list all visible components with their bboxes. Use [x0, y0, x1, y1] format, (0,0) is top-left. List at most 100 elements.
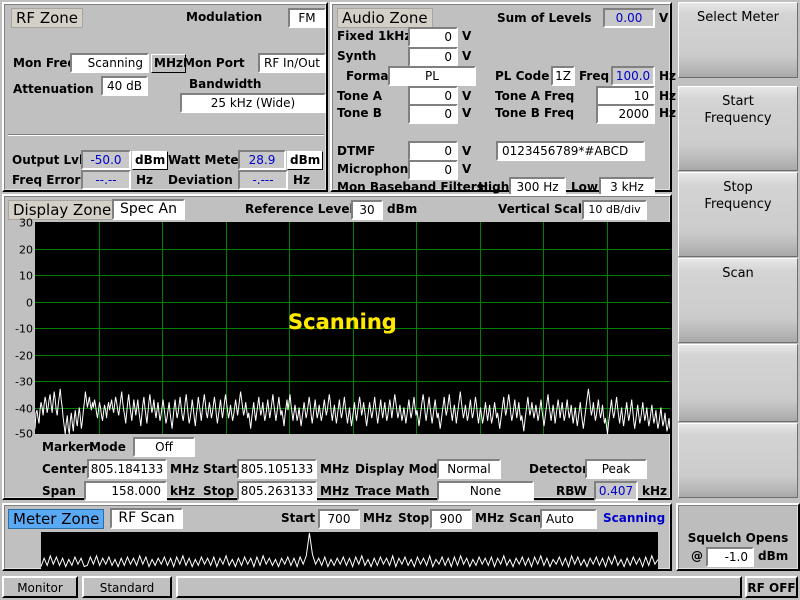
mon-freq-unit[interactable]: MHz	[151, 54, 186, 73]
scan-mode-label: Scan	[509, 511, 541, 525]
audio-zone-panel: Audio Zone Sum of Levels 0.00 V Fixed 1k…	[330, 2, 672, 192]
status-standard-button[interactable]: Standard	[82, 576, 172, 598]
filter-high-label: High	[478, 180, 509, 194]
scan-stop-value[interactable]: 900	[430, 509, 472, 529]
ytick-m50: -50	[15, 428, 33, 441]
squelch-at-symbol: @	[691, 549, 703, 563]
tone-b-label: Tone B	[337, 106, 382, 120]
tone-a-value[interactable]: 0	[408, 86, 458, 106]
span-value[interactable]: 158.000	[84, 481, 167, 501]
baseband-filters-label: Mon Baseband Filters:	[337, 180, 489, 194]
detector-label: Detector	[529, 462, 588, 476]
tone-b-freq-value[interactable]: 2000	[596, 104, 655, 124]
scan-start-label: Start	[281, 511, 315, 525]
scan-mode-value[interactable]: Auto	[540, 509, 597, 529]
format-value[interactable]: PL	[388, 66, 476, 86]
dtmf-string[interactable]: 0123456789*#ABCD	[496, 141, 645, 161]
spectrum-trace-line	[35, 389, 670, 434]
freq-error-value: --.--	[81, 170, 131, 190]
watt-meter-label: Watt Meter	[168, 153, 244, 167]
tone-b-unit: V	[462, 106, 471, 120]
squelch-panel: Squelch Opens @ -1.0 dBm	[676, 503, 800, 571]
microphone-label: Microphone	[337, 162, 416, 176]
detector-value[interactable]: Peak	[585, 459, 647, 479]
tone-a-freq-unit: Hz	[659, 89, 676, 103]
dtmf-value[interactable]: 0	[408, 141, 458, 161]
sidebar-button-start-frequency[interactable]: StartFrequency	[678, 86, 798, 171]
trace-math-value[interactable]: None	[437, 481, 534, 501]
synth-value[interactable]: 0	[408, 47, 458, 67]
freq-error-unit: Hz	[136, 173, 153, 187]
display-mode-select[interactable]: Spec An	[112, 199, 185, 220]
modulation-value[interactable]: FM	[288, 8, 326, 28]
ytick-m10: -10	[15, 323, 33, 336]
pl-code-value[interactable]: 1Z	[551, 66, 575, 86]
pl-freq-unit: Hz	[659, 69, 676, 83]
modulation-label: Modulation	[186, 10, 262, 24]
dtmf-unit: V	[462, 144, 471, 158]
rf-state-indicator[interactable]: RF OFF	[745, 576, 798, 598]
sum-of-levels-label: Sum of Levels	[497, 11, 592, 25]
microphone-value[interactable]: 0	[408, 160, 458, 180]
rbw-value: 0.407	[594, 481, 638, 501]
synth-label: Synth	[337, 49, 376, 63]
reference-level-label: Reference Level	[245, 202, 354, 216]
rf-scan-display[interactable]	[41, 532, 658, 570]
deviation-label: Deviation	[168, 173, 233, 187]
sidebar-button-start-frequency-label: StartFrequency	[704, 93, 771, 127]
fixed-1khz-unit: V	[462, 29, 471, 43]
output-lvl-value: -50.0	[81, 150, 131, 170]
disp-start-label: Start	[203, 462, 237, 476]
status-monitor-button[interactable]: Monitor	[2, 576, 78, 598]
scan-start-unit: MHz	[363, 511, 392, 525]
watt-meter-value: 28.9	[238, 150, 286, 170]
center-value[interactable]: 805.184133	[87, 459, 167, 479]
deviation-unit: Hz	[293, 173, 310, 187]
ytick-m40: -40	[15, 402, 33, 415]
display-mode-label: Display Mode	[355, 462, 446, 476]
output-lvl-unit[interactable]: dBm	[132, 151, 168, 170]
sidebar-button-blank-1[interactable]	[678, 344, 798, 422]
watt-meter-unit[interactable]: dBm	[287, 151, 323, 170]
squelch-unit: dBm	[758, 549, 788, 563]
disp-stop-unit: MHz	[320, 484, 349, 498]
center-unit: MHz	[170, 462, 199, 476]
mon-freq-value[interactable]: Scanning	[70, 53, 149, 73]
bandwidth-value[interactable]: 25 kHz (Wide)	[180, 93, 326, 113]
fixed-1khz-value[interactable]: 0	[408, 27, 458, 47]
disp-start-value[interactable]: 805.105133	[237, 459, 317, 479]
display-zone-panel: Display Zone Spec An Reference Level 30 …	[2, 194, 672, 500]
ytick-m20: -20	[15, 349, 33, 362]
marker-mode-value[interactable]: Off	[133, 437, 195, 457]
sidebar-button-stop-frequency-label: StopFrequency	[704, 179, 771, 213]
scan-start-value[interactable]: 700	[318, 509, 360, 529]
vertical-scale-value[interactable]: 10 dB/div	[582, 200, 647, 220]
attenuation-value[interactable]: 40 dB	[101, 76, 148, 96]
rf-scan-trace-svg	[41, 532, 658, 570]
tone-b-value[interactable]: 0	[408, 104, 458, 124]
ytick-0: 0	[26, 296, 33, 309]
pl-code-label: PL Code	[495, 69, 549, 83]
center-label: Center	[42, 462, 87, 476]
meter-mode-select[interactable]: RF Scan	[110, 508, 183, 529]
tone-a-freq-value[interactable]: 10	[596, 86, 655, 106]
mon-port-label: Mon Port	[183, 56, 245, 70]
sidebar-button-blank-2[interactable]	[678, 423, 798, 498]
reference-level-unit: dBm	[387, 202, 417, 216]
vertical-scale-label: Vertical Scale	[498, 202, 590, 216]
spectrum-analyzer-display[interactable]: Scanning	[35, 222, 670, 434]
sidebar-button-scan[interactable]: Scan	[678, 258, 798, 343]
marker-mode-label: Mode	[89, 440, 126, 454]
disp-stop-value[interactable]: 805.263133	[237, 481, 317, 501]
squelch-value[interactable]: -1.0	[706, 547, 754, 567]
mon-port-value[interactable]: RF In/Out	[258, 53, 326, 73]
sidebar-button-select-meter[interactable]: Select Meter	[678, 2, 798, 78]
display-mode-value[interactable]: Normal	[437, 459, 501, 479]
pl-freq-value: 100.0	[611, 66, 655, 86]
sidebar-button-stop-frequency[interactable]: StopFrequency	[678, 172, 798, 257]
rf-zone-divider-hl	[8, 135, 324, 136]
ytick-20: 20	[19, 243, 33, 256]
audio-zone-title: Audio Zone	[337, 8, 433, 28]
filter-low-label: Low	[571, 180, 598, 194]
reference-level-value[interactable]: 30	[351, 200, 383, 220]
